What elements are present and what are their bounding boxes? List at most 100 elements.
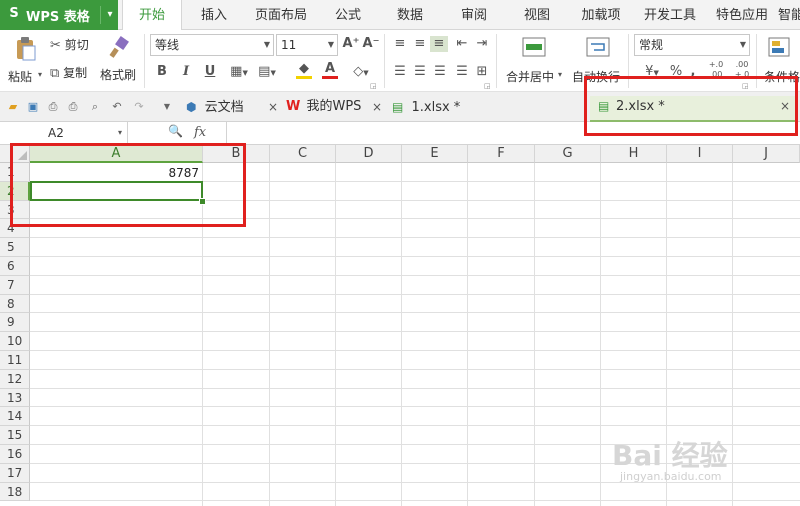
- indent-increase-icon[interactable]: ⇥: [474, 36, 490, 52]
- indent-decrease-icon[interactable]: ⇤: [454, 36, 470, 52]
- align-right-icon[interactable]: ☰: [432, 64, 448, 80]
- row-header-9[interactable]: 9: [0, 313, 30, 333]
- number-format-select[interactable]: 常规 ▼: [634, 34, 750, 56]
- bold-button[interactable]: B: [154, 64, 170, 80]
- row-header-13[interactable]: 13: [0, 388, 30, 408]
- column-header-e[interactable]: E: [402, 145, 468, 163]
- fill-color-icon[interactable]: ◆: [292, 62, 316, 79]
- row-header-7[interactable]: 7: [0, 275, 30, 295]
- row-header-14[interactable]: 14: [0, 407, 30, 427]
- underline-button[interactable]: U: [202, 64, 218, 80]
- watermark-url: jingyan.baidu.com: [620, 470, 722, 483]
- column-header-d[interactable]: D: [336, 145, 402, 163]
- row-header-8[interactable]: 8: [0, 294, 30, 314]
- font-name-select[interactable]: 等线 ▼: [150, 34, 274, 56]
- tab-cloud-docs[interactable]: ⬢ 云文档 ×: [186, 94, 282, 122]
- ribbon-divider: [384, 34, 385, 88]
- font-shrink-icon[interactable]: A⁻: [362, 36, 380, 52]
- row-header-17[interactable]: 17: [0, 463, 30, 483]
- dialog-launcher-icon[interactable]: ◲: [370, 82, 377, 90]
- export-pdf-icon[interactable]: ⎙: [46, 100, 60, 114]
- column-header-i[interactable]: I: [667, 145, 733, 163]
- tab-label: 1.xlsx *: [411, 100, 461, 115]
- font-size-value: 11: [281, 38, 297, 52]
- tab-view[interactable]: 视图: [510, 0, 564, 30]
- justify-icon[interactable]: ☰: [454, 64, 470, 80]
- tab-developer[interactable]: 开发工具: [636, 0, 704, 30]
- grid-line: [30, 331, 800, 333]
- paste-dropdown-icon[interactable]: ▾: [38, 70, 42, 79]
- row-header-11[interactable]: 11: [0, 351, 30, 370]
- cut-label: 剪切: [64, 38, 89, 52]
- undo-icon[interactable]: ↶: [110, 100, 124, 114]
- grid-line: [30, 425, 800, 427]
- insert-function-button[interactable]: fx: [194, 125, 206, 140]
- name-box[interactable]: A2: [0, 122, 128, 144]
- clear-format-icon[interactable]: ◇▼: [350, 64, 372, 81]
- ribbon-divider: [496, 34, 497, 88]
- chevron-down-icon[interactable]: ▾: [558, 70, 562, 79]
- italic-button[interactable]: I: [178, 64, 194, 80]
- chevron-down-icon[interactable]: ▾: [100, 6, 119, 24]
- grid-line: [732, 163, 733, 506]
- close-icon[interactable]: ×: [268, 94, 278, 120]
- column-header-h[interactable]: H: [601, 145, 667, 163]
- format-painter-button[interactable]: 格式刷: [100, 34, 140, 90]
- row-header-12[interactable]: 12: [0, 369, 30, 389]
- tab-file-1[interactable]: ▤ 1.xlsx *: [392, 94, 582, 122]
- tab-data[interactable]: 数据: [384, 0, 436, 30]
- tab-formulas[interactable]: 公式: [322, 0, 374, 30]
- borders-icon[interactable]: ▦▼: [228, 64, 250, 81]
- merge-center-button[interactable]: 合并居中 ▾: [504, 34, 564, 90]
- align-middle-icon[interactable]: ≡: [412, 36, 428, 52]
- cut-button[interactable]: ✂ 剪切: [50, 36, 89, 54]
- app-menu-button[interactable]: S WPS 表格 ▾: [0, 0, 118, 30]
- align-center-icon[interactable]: ☰: [412, 64, 428, 80]
- row-header-15[interactable]: 15: [0, 426, 30, 445]
- tab-my-wps[interactable]: W 我的WPS ×: [286, 94, 384, 122]
- close-icon[interactable]: ×: [372, 94, 382, 120]
- grid-line: [30, 368, 800, 370]
- grid-line: [30, 256, 800, 257]
- paste-button[interactable]: 粘贴 ▾: [8, 34, 48, 90]
- chevron-down-icon[interactable]: ▾: [118, 122, 122, 144]
- font-color-icon[interactable]: A: [318, 62, 342, 79]
- row-header-16[interactable]: 16: [0, 445, 30, 464]
- column-header-j[interactable]: J: [733, 145, 800, 163]
- zoom-icon[interactable]: 🔍: [168, 124, 183, 138]
- font-size-select[interactable]: 11 ▼: [276, 34, 338, 56]
- align-top-icon[interactable]: ≡: [392, 36, 408, 52]
- merge-cells-icon: [522, 37, 546, 57]
- row-header-18[interactable]: 18: [0, 482, 30, 502]
- row-header-6[interactable]: 6: [0, 257, 30, 276]
- tab-home[interactable]: 开始: [122, 0, 182, 31]
- save-icon[interactable]: ▣: [26, 100, 40, 114]
- tab-special-apps[interactable]: 特色应用: [708, 0, 776, 30]
- grid-line: [30, 500, 800, 502]
- cell-style-icon[interactable]: ▤▼: [256, 64, 278, 81]
- tab-insert[interactable]: 插入: [186, 0, 242, 30]
- column-header-f[interactable]: F: [468, 145, 535, 163]
- open-folder-icon[interactable]: ▰: [6, 100, 20, 114]
- tab-label: 我的WPS: [306, 99, 362, 114]
- tab-addins[interactable]: 加载项: [572, 0, 630, 30]
- tab-review[interactable]: 审阅: [446, 0, 502, 30]
- row-header-10[interactable]: 10: [0, 332, 30, 351]
- print-icon[interactable]: ⎙: [66, 100, 80, 114]
- row-header-5[interactable]: 5: [0, 238, 30, 257]
- column-header-g[interactable]: G: [535, 145, 601, 163]
- align-left-icon[interactable]: ☰: [392, 64, 408, 80]
- column-header-c[interactable]: C: [270, 145, 336, 163]
- align-bottom-icon[interactable]: ≡: [430, 36, 448, 52]
- copy-button[interactable]: ⧉ 复制: [50, 64, 87, 82]
- paste-label: 粘贴: [8, 70, 33, 84]
- print-preview-icon[interactable]: ⌕: [88, 100, 102, 114]
- dialog-launcher-icon[interactable]: ◲: [484, 82, 491, 90]
- tab-smart[interactable]: 智能: [778, 0, 800, 30]
- font-grow-icon[interactable]: A⁺: [342, 36, 360, 52]
- distributed-icon[interactable]: ⊞: [474, 64, 490, 80]
- tab-page-layout[interactable]: 页面布局: [246, 0, 316, 30]
- customize-toolbar-icon[interactable]: ▼: [160, 100, 174, 114]
- tab-label: 云文档: [204, 100, 244, 115]
- redo-icon[interactable]: ↷: [132, 100, 146, 114]
